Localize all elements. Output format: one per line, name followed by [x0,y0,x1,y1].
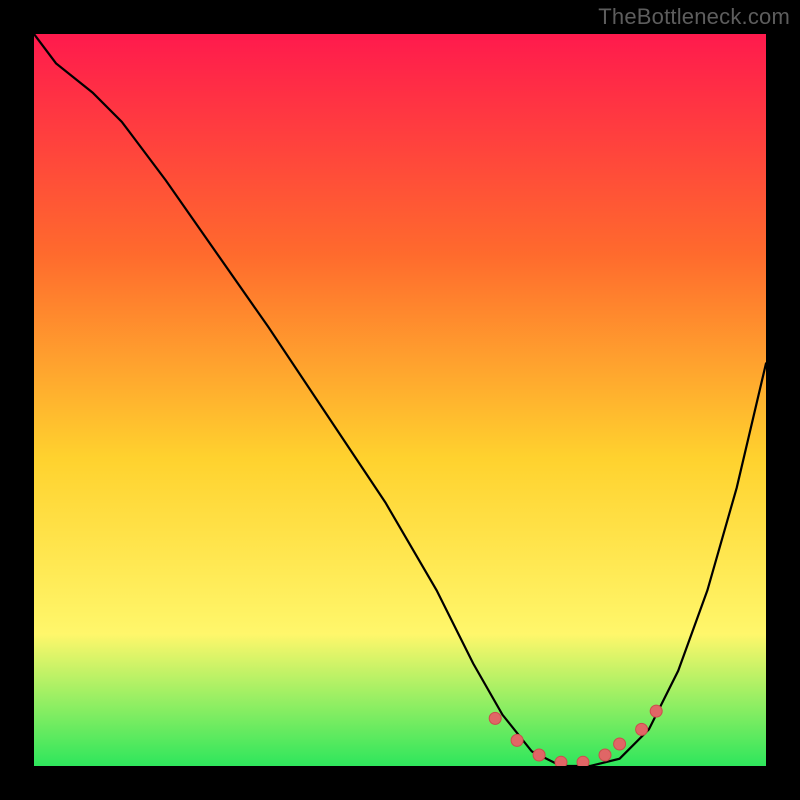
chart-svg [34,34,766,766]
optimal-marker-dot [650,705,662,717]
optimal-marker-dot [599,749,611,761]
optimal-marker-dot [489,712,501,724]
optimal-marker-dot [533,749,545,761]
watermark-label: TheBottleneck.com [598,4,790,30]
optimal-marker-dot [636,723,648,735]
optimal-marker-dot [577,756,589,766]
gradient-background [34,34,766,766]
chart-frame: TheBottleneck.com [0,0,800,800]
optimal-marker-dot [511,734,523,746]
optimal-marker-dot [555,756,567,766]
plot-area [34,34,766,766]
optimal-marker-dot [614,738,626,750]
